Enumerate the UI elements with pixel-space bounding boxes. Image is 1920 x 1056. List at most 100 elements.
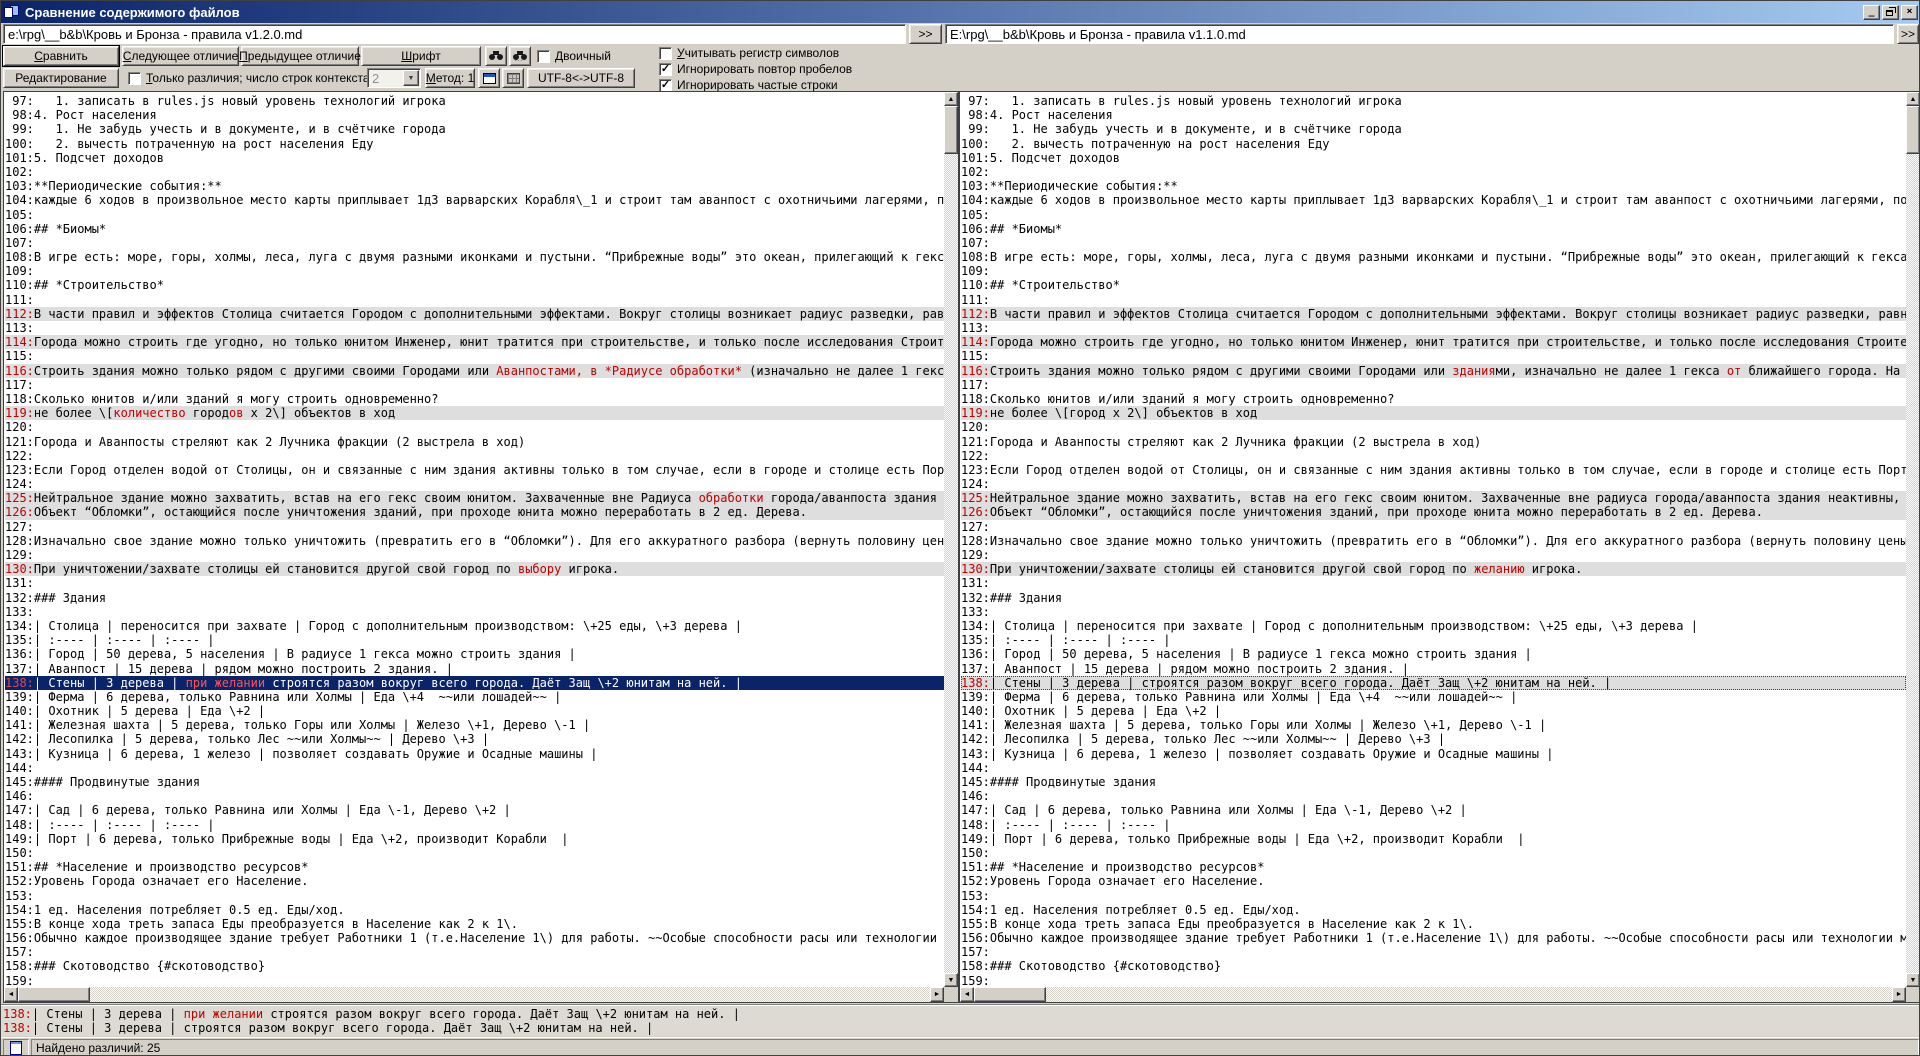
diff-line-143[interactable]: 143:| Кузница | 6 дерева, 1 железо | поз…	[961, 747, 1906, 761]
diff-line-105[interactable]: 105:	[961, 208, 1906, 222]
diff-line-98[interactable]: 98:4. Рост населения	[961, 108, 1906, 122]
diff-line-117[interactable]: 117:	[961, 378, 1906, 392]
diff-line-150[interactable]: 150:	[961, 846, 1906, 860]
diff-line-132[interactable]: 132:### Здания	[5, 591, 944, 605]
diff-line-153[interactable]: 153:	[5, 889, 944, 903]
diff-line-113[interactable]: 113:	[5, 321, 944, 335]
diff-line-126[interactable]: 126:Объект “Обломки”, остающийся после у…	[961, 505, 1906, 520]
ignore-frequent-lines-checkbox-box[interactable]: ✓	[659, 78, 672, 92]
diff-line-121[interactable]: 121:Города и Аванпосты стреляют как 2 Лу…	[5, 435, 944, 449]
diff-line-129[interactable]: 129:	[961, 548, 1906, 562]
diff-line-107[interactable]: 107:	[5, 236, 944, 250]
diff-line-155[interactable]: 155:В конце хода треть запаса Еды преобр…	[5, 917, 944, 931]
diff-line-109[interactable]: 109:	[5, 264, 944, 278]
diff-line-125[interactable]: 125:Нейтральное здание можно захватить, …	[5, 491, 944, 506]
binary-checkbox[interactable]: Двоичный	[537, 49, 611, 63]
diff-line-131[interactable]: 131:	[5, 576, 944, 590]
diff-line-149[interactable]: 149:| Порт | 6 дерева, только Прибрежные…	[5, 832, 944, 846]
diff-line-106[interactable]: 106:## *Биомы*	[961, 222, 1906, 236]
right-hscroll-thumb[interactable]	[974, 987, 1046, 1002]
diff-line-99[interactable]: 99: 1. Не забудь учесть и в документе, и…	[961, 122, 1906, 136]
compare-button[interactable]: Сравнить	[2, 45, 120, 67]
diff-line-108[interactable]: 108:В игре есть: море, горы, холмы, леса…	[961, 250, 1906, 264]
diff-line-123[interactable]: 123:Если Город отделен водой от Столицы,…	[961, 463, 1906, 477]
diff-line-100[interactable]: 100: 2. вычесть потраченную на рост насе…	[961, 137, 1906, 151]
diff-line-128[interactable]: 128:Изначально свое здание можно только …	[961, 534, 1906, 548]
diff-line-135[interactable]: 135:| :---- | :---- | :---- |	[5, 633, 944, 647]
diff-line-127[interactable]: 127:	[961, 520, 1906, 534]
diff-line-135[interactable]: 135:| :---- | :---- | :---- |	[961, 633, 1906, 647]
encoding-button[interactable]: UTF-8<->UTF-8	[527, 68, 635, 88]
save-result-button[interactable]	[502, 68, 524, 88]
diff-line-139[interactable]: 139:| Ферма | 6 дерева, только Равнина и…	[5, 690, 944, 704]
diff-line-118[interactable]: 118:Сколько юнитов и/или зданий я могу с…	[961, 392, 1906, 406]
diff-line-110[interactable]: 110:## *Строительство*	[5, 278, 944, 292]
scroll-left-icon[interactable]: ◄	[4, 987, 18, 1002]
swap-files-button[interactable]: >>	[909, 24, 942, 44]
context-lines-combobox[interactable]: 2 ▼	[367, 68, 421, 88]
diff-line-110[interactable]: 110:## *Строительство*	[961, 278, 1906, 292]
diff-line-136[interactable]: 136:| Город | 50 дерева, 5 населения | В…	[961, 647, 1906, 661]
diff-line-144[interactable]: 144:	[5, 761, 944, 775]
diff-line-134[interactable]: 134:| Столица | переносится при захвате …	[961, 619, 1906, 633]
diff-line-156[interactable]: 156:Обычно каждое производящее здание тр…	[961, 931, 1906, 945]
diff-line-145[interactable]: 145:#### Продвинутые здания	[961, 775, 1906, 789]
diff-line-112[interactable]: 112:В части правил и эффектов Столица сч…	[5, 306, 944, 321]
ignore-frequent-lines-checkbox[interactable]: ✓ Игнорировать частые строки	[659, 78, 838, 92]
diff-line-138[interactable]: 138:| Стены | 3 дерева | строятся разом …	[961, 675, 1906, 690]
diff-line-103[interactable]: 103:**Периодические события:**	[961, 179, 1906, 193]
right-vscroll-thumb[interactable]	[1906, 106, 1919, 154]
diff-line-149[interactable]: 149:| Порт | 6 дерева, только Прибрежные…	[961, 832, 1906, 846]
diff-line-102[interactable]: 102:	[5, 165, 944, 179]
diff-line-146[interactable]: 146:	[5, 789, 944, 803]
diff-line-111[interactable]: 111:	[5, 293, 944, 307]
diff-line-123[interactable]: 123:Если Город отделен водой от Столицы,…	[5, 463, 944, 477]
diff-line-141[interactable]: 141:| Железная шахта | 5 дерева, только …	[5, 718, 944, 732]
minimize-button[interactable]: _	[1863, 4, 1880, 20]
only-differences-checkbox-box[interactable]	[128, 71, 141, 85]
left-vertical-scrollbar[interactable]: ▲ ▼	[944, 92, 958, 987]
next-difference-button[interactable]: Следующее отличие	[122, 46, 239, 66]
method-button[interactable]: Метод: 1	[425, 68, 475, 88]
diff-line-151[interactable]: 151:## *Население и производство ресурсо…	[961, 860, 1906, 874]
diff-line-124[interactable]: 124:	[961, 477, 1906, 491]
diff-line-114[interactable]: 114:Города можно строить где угодно, но …	[961, 335, 1906, 350]
diff-line-124[interactable]: 124:	[5, 477, 944, 491]
scroll-right-icon[interactable]: ►	[1892, 987, 1906, 1002]
diff-line-148[interactable]: 148:| :---- | :---- | :---- |	[961, 818, 1906, 832]
diff-line-159[interactable]: 159:	[961, 974, 1906, 987]
right-horizontal-scrollbar[interactable]: ◄ ►	[960, 987, 1906, 1002]
diff-line-99[interactable]: 99: 1. Не забудь учесть и в документе, и…	[5, 122, 944, 136]
diff-line-129[interactable]: 129:	[5, 548, 944, 562]
diff-line-116[interactable]: 116:Строить здания можно только рядом с …	[5, 363, 944, 378]
ignore-spaces-checkbox[interactable]: ✓ Игнорировать повтор пробелов	[659, 62, 852, 76]
diff-line-146[interactable]: 146:	[961, 789, 1906, 803]
diff-line-130[interactable]: 130:При уничтожении/захвате столицы ей с…	[961, 562, 1906, 577]
diff-line-122[interactable]: 122:	[5, 449, 944, 463]
diff-line-112[interactable]: 112:В части правил и эффектов Столица сч…	[961, 306, 1906, 321]
diff-line-144[interactable]: 144:	[961, 761, 1906, 775]
search-button[interactable]	[485, 46, 507, 66]
scroll-down-icon[interactable]: ▼	[944, 973, 958, 987]
diff-line-119[interactable]: 119:не более \[количество городов x 2\] …	[5, 406, 944, 421]
case-sensitive-checkbox[interactable]: Учитывать регистр символов	[659, 46, 839, 60]
diff-line-128[interactable]: 128:Изначально свое здание можно только …	[5, 534, 944, 548]
diff-line-120[interactable]: 120:	[961, 420, 1906, 434]
diff-line-142[interactable]: 142:| Лесопилка | 5 дерева, только Лес ~…	[5, 732, 944, 746]
diff-line-153[interactable]: 153:	[961, 889, 1906, 903]
diff-line-120[interactable]: 120:	[5, 420, 944, 434]
scroll-right-icon[interactable]: ►	[930, 987, 944, 1002]
diff-line-143[interactable]: 143:| Кузница | 6 дерева, 1 железо | поз…	[5, 747, 944, 761]
right-path-expand-button[interactable]: >>	[1897, 24, 1919, 44]
left-hscroll-thumb[interactable]	[18, 987, 90, 1002]
diff-line-121[interactable]: 121:Города и Аванпосты стреляют как 2 Лу…	[961, 435, 1906, 449]
diff-line-150[interactable]: 150:	[5, 846, 944, 860]
left-vscroll-thumb[interactable]	[944, 106, 958, 154]
diff-line-109[interactable]: 109:	[961, 264, 1906, 278]
diff-line-152[interactable]: 152:Уровень Города означает его Населени…	[961, 874, 1906, 888]
diff-line-98[interactable]: 98:4. Рост населения	[5, 108, 944, 122]
diff-line-105[interactable]: 105:	[5, 208, 944, 222]
diff-line-119[interactable]: 119:не более \[город x 2\] объектов в хо…	[961, 406, 1906, 421]
diff-line-158[interactable]: 158:### Скотоводство {#скотоводство}	[961, 959, 1906, 973]
diff-line-154[interactable]: 154:1 ед. Населения потребляет 0.5 ед. Е…	[961, 903, 1906, 917]
